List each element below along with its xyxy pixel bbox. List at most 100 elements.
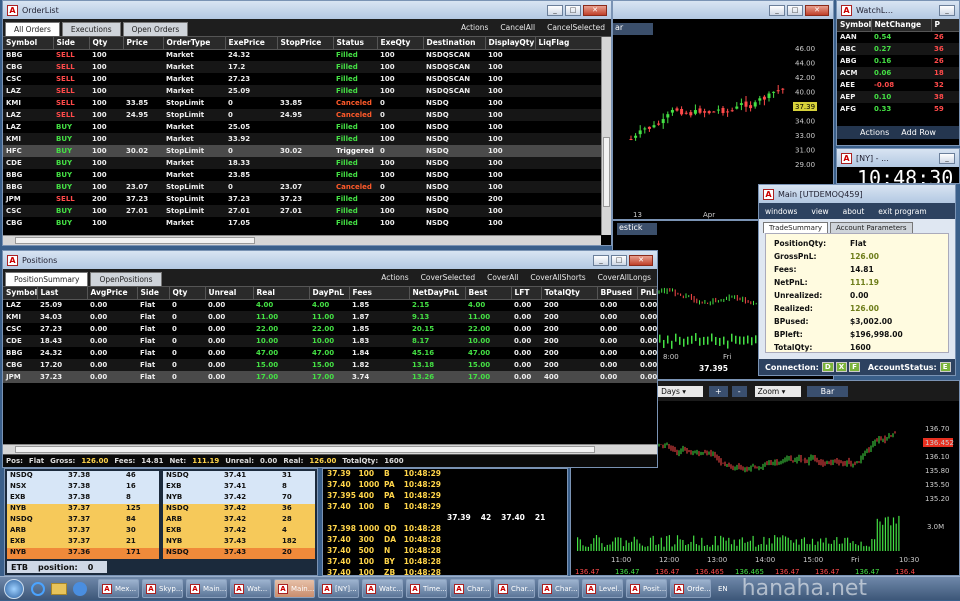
minimize-button[interactable]: _ bbox=[939, 152, 955, 164]
maximize-button[interactable]: □ bbox=[565, 4, 581, 16]
table-row[interactable]: JPM 37.23 0.00 Flat 0 0.00 17.00 17.00 3.74 13.26… bbox=[3, 371, 657, 383]
cancel-selected-button[interactable]: CancelSelected bbox=[547, 23, 605, 32]
cover-all-longs-button[interactable]: CoverAllLongs bbox=[598, 273, 651, 282]
column-header[interactable]: Destination bbox=[423, 37, 486, 50]
bid-row[interactable]: NSX 37.38 16 bbox=[7, 482, 159, 493]
zoom-in-button[interactable]: + bbox=[709, 385, 728, 397]
table-row[interactable]: CSC 27.23 0.00 Flat 0 0.00 22.00 22.00 1.85 20.15… bbox=[3, 323, 657, 335]
tab-account-parameters[interactable]: Account Parameters bbox=[830, 222, 913, 233]
column-header[interactable]: Qty bbox=[169, 287, 206, 300]
taskbar-item[interactable]: A Char... bbox=[450, 579, 491, 598]
taskbar-item[interactable]: A Watc... bbox=[362, 579, 403, 598]
close-button[interactable]: ✕ bbox=[629, 254, 653, 266]
menu-item[interactable]: view bbox=[811, 207, 828, 216]
orderlist-vertical-scrollbar[interactable] bbox=[601, 37, 611, 235]
column-header[interactable]: Price bbox=[123, 37, 164, 50]
minimize-button[interactable]: _ bbox=[939, 4, 955, 16]
tab-position-summary[interactable]: PositionSummary bbox=[5, 272, 89, 286]
column-header[interactable]: DayPnL bbox=[309, 287, 350, 300]
table-row[interactable]: ABG 0.16 26 bbox=[837, 55, 959, 67]
maximize-button[interactable]: □ bbox=[611, 254, 627, 266]
column-header[interactable]: Last bbox=[37, 287, 88, 300]
table-row[interactable]: LAZ SELL 100 Market 25.09 Filled 100 NSDQSCAN 10… bbox=[3, 85, 601, 97]
taskbar-item[interactable]: A Char... bbox=[538, 579, 579, 598]
bid-row[interactable]: NSDQ 37.37 84 bbox=[7, 515, 159, 526]
column-header[interactable]: LiqFlag bbox=[535, 37, 601, 50]
minimize-button[interactable]: _ bbox=[547, 4, 563, 16]
table-row[interactable]: CBG BUY 100 Market 17.05 Filled 100 NSDQ 100 bbox=[3, 217, 601, 229]
ask-row[interactable]: NSDQ 37.42 36 bbox=[163, 504, 315, 515]
cover-all-button[interactable]: CoverAll bbox=[487, 273, 518, 282]
bid-row[interactable]: NYB 37.37 125 bbox=[7, 504, 159, 515]
taskbar-item[interactable]: A Level... bbox=[582, 579, 623, 598]
cancel-all-button[interactable]: CancelAll bbox=[500, 23, 535, 32]
table-row[interactable]: BBG BUY 100 Market 23.85 Filled 100 NSDQ 100 bbox=[3, 169, 601, 181]
orderlist-actions-button[interactable]: Actions bbox=[461, 23, 488, 32]
cover-all-shorts-button[interactable]: CoverAllShorts bbox=[530, 273, 585, 282]
ask-row[interactable]: NSDQ 37.43 20 bbox=[163, 548, 315, 559]
taskbar-item[interactable]: A Wat... bbox=[230, 579, 271, 598]
column-header[interactable]: Symbol bbox=[837, 19, 872, 32]
table-row[interactable]: CDE 18.43 0.00 Flat 0 0.00 10.00 10.00 1.83 8.17 1… bbox=[3, 335, 657, 347]
column-header[interactable]: Symbol bbox=[3, 287, 38, 300]
table-row[interactable]: LAZ 25.09 0.00 Flat 0 0.00 4.00 4.00 1.85 2.15 4.0… bbox=[3, 299, 657, 311]
scroll-thumb[interactable] bbox=[15, 237, 255, 244]
tab-open-orders[interactable]: Open Orders bbox=[122, 22, 189, 36]
positions-actions-button[interactable]: Actions bbox=[381, 273, 408, 282]
ask-row[interactable]: ARB 37.42 28 bbox=[163, 515, 315, 526]
taskbar-item[interactable]: A Orde... bbox=[670, 579, 711, 598]
table-row[interactable]: AEE -0.08 32 bbox=[837, 79, 959, 91]
tab-executions[interactable]: Executions bbox=[61, 22, 121, 36]
table-row[interactable]: AFG 0.33 59 bbox=[837, 103, 959, 115]
column-header[interactable]: P bbox=[931, 19, 959, 32]
bid-row[interactable]: EXB 37.37 21 bbox=[7, 537, 159, 548]
column-header[interactable]: OrderType bbox=[163, 37, 226, 50]
main-titlebar[interactable]: A Main [UTDEMOQ459] bbox=[759, 185, 955, 203]
column-header[interactable]: Fees bbox=[349, 287, 410, 300]
column-header[interactable]: DisplayQty bbox=[485, 37, 536, 50]
column-header[interactable]: Best bbox=[465, 287, 512, 300]
table-row[interactable]: CBG SELL 100 Market 17.2 Filled 100 NSDQSCAN 100 bbox=[3, 61, 601, 73]
period-select[interactable]: 2 Days ▾ bbox=[651, 385, 703, 397]
maximize-button[interactable]: □ bbox=[787, 4, 803, 16]
menu-item[interactable]: exit program bbox=[878, 207, 926, 216]
column-header[interactable]: BPused bbox=[597, 287, 638, 300]
start-button[interactable] bbox=[4, 578, 24, 599]
tab-tradesummary[interactable]: TradeSummary bbox=[763, 222, 828, 233]
orderlist-titlebar[interactable]: A OrderList _ □ ✕ bbox=[3, 1, 611, 19]
quicklaunch-media-icon[interactable] bbox=[73, 581, 87, 596]
table-row[interactable]: AEP 0.10 38 bbox=[837, 91, 959, 103]
zoom-select[interactable]: Zoom ▾ bbox=[754, 385, 801, 397]
column-header[interactable]: Qty bbox=[89, 37, 124, 50]
taskbar-item[interactable]: A Main... bbox=[274, 579, 315, 598]
table-row[interactable]: ACM 0.06 18 bbox=[837, 67, 959, 79]
positions-titlebar[interactable]: A Positions _ □ ✕ bbox=[3, 251, 657, 269]
close-button[interactable]: ✕ bbox=[805, 4, 829, 16]
column-header[interactable]: Real bbox=[253, 287, 310, 300]
table-row[interactable]: KMI BUY 100 Market 33.92 Filled 100 NSDQ 100 bbox=[3, 133, 601, 145]
table-row[interactable]: JPM SELL 200 37.23 StopLimit 37.23 37.23 Filled… bbox=[3, 193, 601, 205]
cover-selected-button[interactable]: CoverSelected bbox=[421, 273, 475, 282]
taskbar-item[interactable]: A Posit... bbox=[626, 579, 667, 598]
column-header[interactable]: StopPrice bbox=[277, 37, 334, 50]
menu-item[interactable]: about bbox=[843, 207, 865, 216]
scroll-thumb[interactable] bbox=[603, 137, 610, 207]
add-row-button[interactable]: Add Row bbox=[901, 128, 936, 137]
taskbar-item[interactable]: A Mex... bbox=[98, 579, 139, 598]
ask-row[interactable]: EXB 37.41 8 bbox=[163, 482, 315, 493]
column-header[interactable]: Symbol bbox=[3, 37, 54, 50]
bid-row[interactable]: EXB 37.38 8 bbox=[7, 493, 159, 504]
column-header[interactable]: NetDayPnL bbox=[409, 287, 466, 300]
table-row[interactable]: BBG BUY 100 23.07 StopLimit 0 23.07 Canceled 0 NS… bbox=[3, 181, 601, 193]
table-row[interactable]: HFC BUY 100 30.02 StopLimit 0 30.02 Triggered 0 N… bbox=[3, 145, 601, 157]
taskbar-item[interactable]: A Time... bbox=[406, 579, 447, 598]
orderlist-horizontal-scrollbar[interactable] bbox=[3, 235, 601, 245]
watchlist-titlebar[interactable]: A WatchL... _ bbox=[837, 1, 959, 19]
table-row[interactable]: LAZ SELL 100 24.95 StopLimit 0 24.95 Canceled 0 N… bbox=[3, 109, 601, 121]
table-row[interactable]: LAZ BUY 100 Market 25.05 Filled 100 NSDQ 100 bbox=[3, 121, 601, 133]
quicklaunch-folder-icon[interactable] bbox=[51, 582, 67, 595]
chart-type-button[interactable]: Bar bbox=[806, 385, 849, 397]
language-indicator[interactable]: EN bbox=[718, 585, 728, 593]
chart-top-titlebar[interactable]: _ □ ✕ bbox=[613, 1, 833, 19]
column-header[interactable]: ExeQty bbox=[377, 37, 424, 50]
